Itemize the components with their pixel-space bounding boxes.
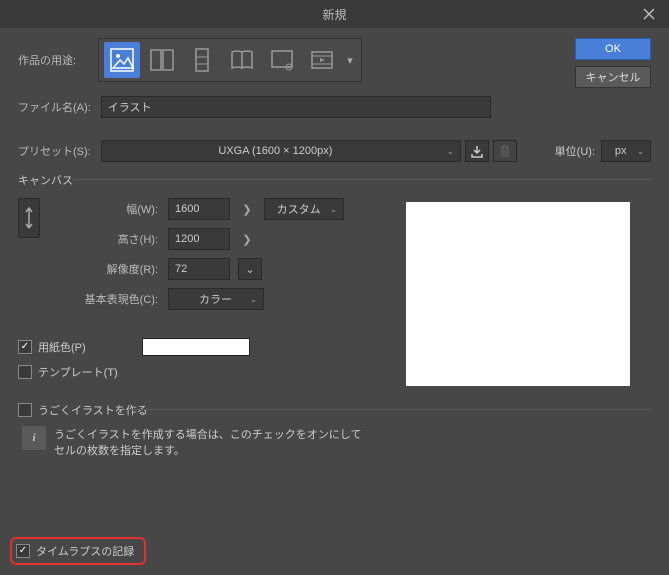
filename-input[interactable] (101, 96, 491, 118)
purpose-toolbar: ▾ (98, 38, 362, 82)
animation-checkbox[interactable] (18, 403, 32, 417)
width-label: 幅(W): (48, 201, 158, 217)
chevron-down-icon: ⌄ (447, 147, 454, 156)
purpose-animation-icon[interactable] (264, 42, 300, 78)
arrow-right-icon[interactable]: ❯ (230, 203, 264, 216)
colormode-label: 基本表現色(C): (48, 291, 158, 307)
unit-select[interactable]: px ⌄ (601, 140, 651, 162)
size-preset-value: カスタム (271, 201, 326, 217)
purpose-book-icon[interactable] (224, 42, 260, 78)
height-input[interactable] (168, 228, 230, 250)
chevron-down-icon: ⌄ (330, 205, 337, 214)
timelapse-checkbox[interactable] (16, 544, 30, 558)
height-label: 高さ(H): (48, 231, 158, 247)
paper-color-checkbox[interactable] (18, 340, 32, 354)
preset-label: プリセット(S): (18, 143, 91, 159)
timelapse-label: タイムラプスの記録 (36, 543, 134, 559)
timelapse-row: タイムラプスの記録 (10, 537, 146, 565)
colormode-select[interactable]: カラー ⌄ (168, 288, 264, 310)
paper-color-swatch[interactable] (142, 338, 250, 356)
paper-color-label: 用紙色(P) (38, 339, 86, 355)
divider (128, 409, 651, 410)
canvas-preview (406, 202, 630, 386)
resolution-dropdown[interactable]: ⌄ (238, 258, 262, 280)
colormode-value: カラー (199, 291, 246, 307)
divider (73, 179, 651, 180)
arrow-right-icon[interactable]: ❯ (230, 233, 264, 246)
unit-label: 単位(U): (555, 143, 595, 159)
size-preset-select[interactable]: カスタム ⌄ (264, 198, 344, 220)
purpose-more-icon[interactable]: ▾ (342, 42, 358, 78)
preset-value: UXGA (1600 × 1200px) (108, 145, 443, 157)
ok-button[interactable]: OK (575, 38, 651, 60)
purpose-illustration-icon[interactable] (104, 42, 140, 78)
close-button[interactable] (629, 0, 669, 28)
purpose-label: 作品の用途: (18, 52, 88, 68)
dialog-title: 新規 (322, 6, 346, 23)
filename-label: ファイル名(A): (18, 99, 91, 115)
info-icon: i (22, 426, 46, 450)
unit-value: px (608, 145, 633, 157)
template-label: テンプレート(T) (38, 364, 118, 380)
animation-description: うごくイラストを作成する場合は、このチェックをオンにして セルの枚数を指定します… (54, 426, 361, 458)
preset-delete-button[interactable] (493, 140, 517, 162)
purpose-comic-icon[interactable] (144, 42, 180, 78)
rotate-button[interactable] (18, 198, 40, 238)
animation-label: うごくイラストを作る (38, 402, 148, 418)
preset-select[interactable]: UXGA (1600 × 1200px) ⌄ (101, 140, 461, 162)
template-checkbox[interactable] (18, 365, 32, 379)
titlebar: 新規 (0, 0, 669, 28)
purpose-video-icon[interactable] (304, 42, 340, 78)
chevron-down-icon: ⌄ (250, 295, 257, 304)
preset-save-button[interactable] (465, 140, 489, 162)
resolution-label: 解像度(R): (48, 261, 158, 277)
cancel-button[interactable]: キャンセル (575, 66, 651, 88)
purpose-webtoon-icon[interactable] (184, 42, 220, 78)
chevron-down-icon: ⌄ (637, 147, 644, 156)
resolution-input[interactable] (168, 258, 230, 280)
canvas-legend: キャンバス (18, 175, 73, 187)
width-input[interactable] (168, 198, 230, 220)
